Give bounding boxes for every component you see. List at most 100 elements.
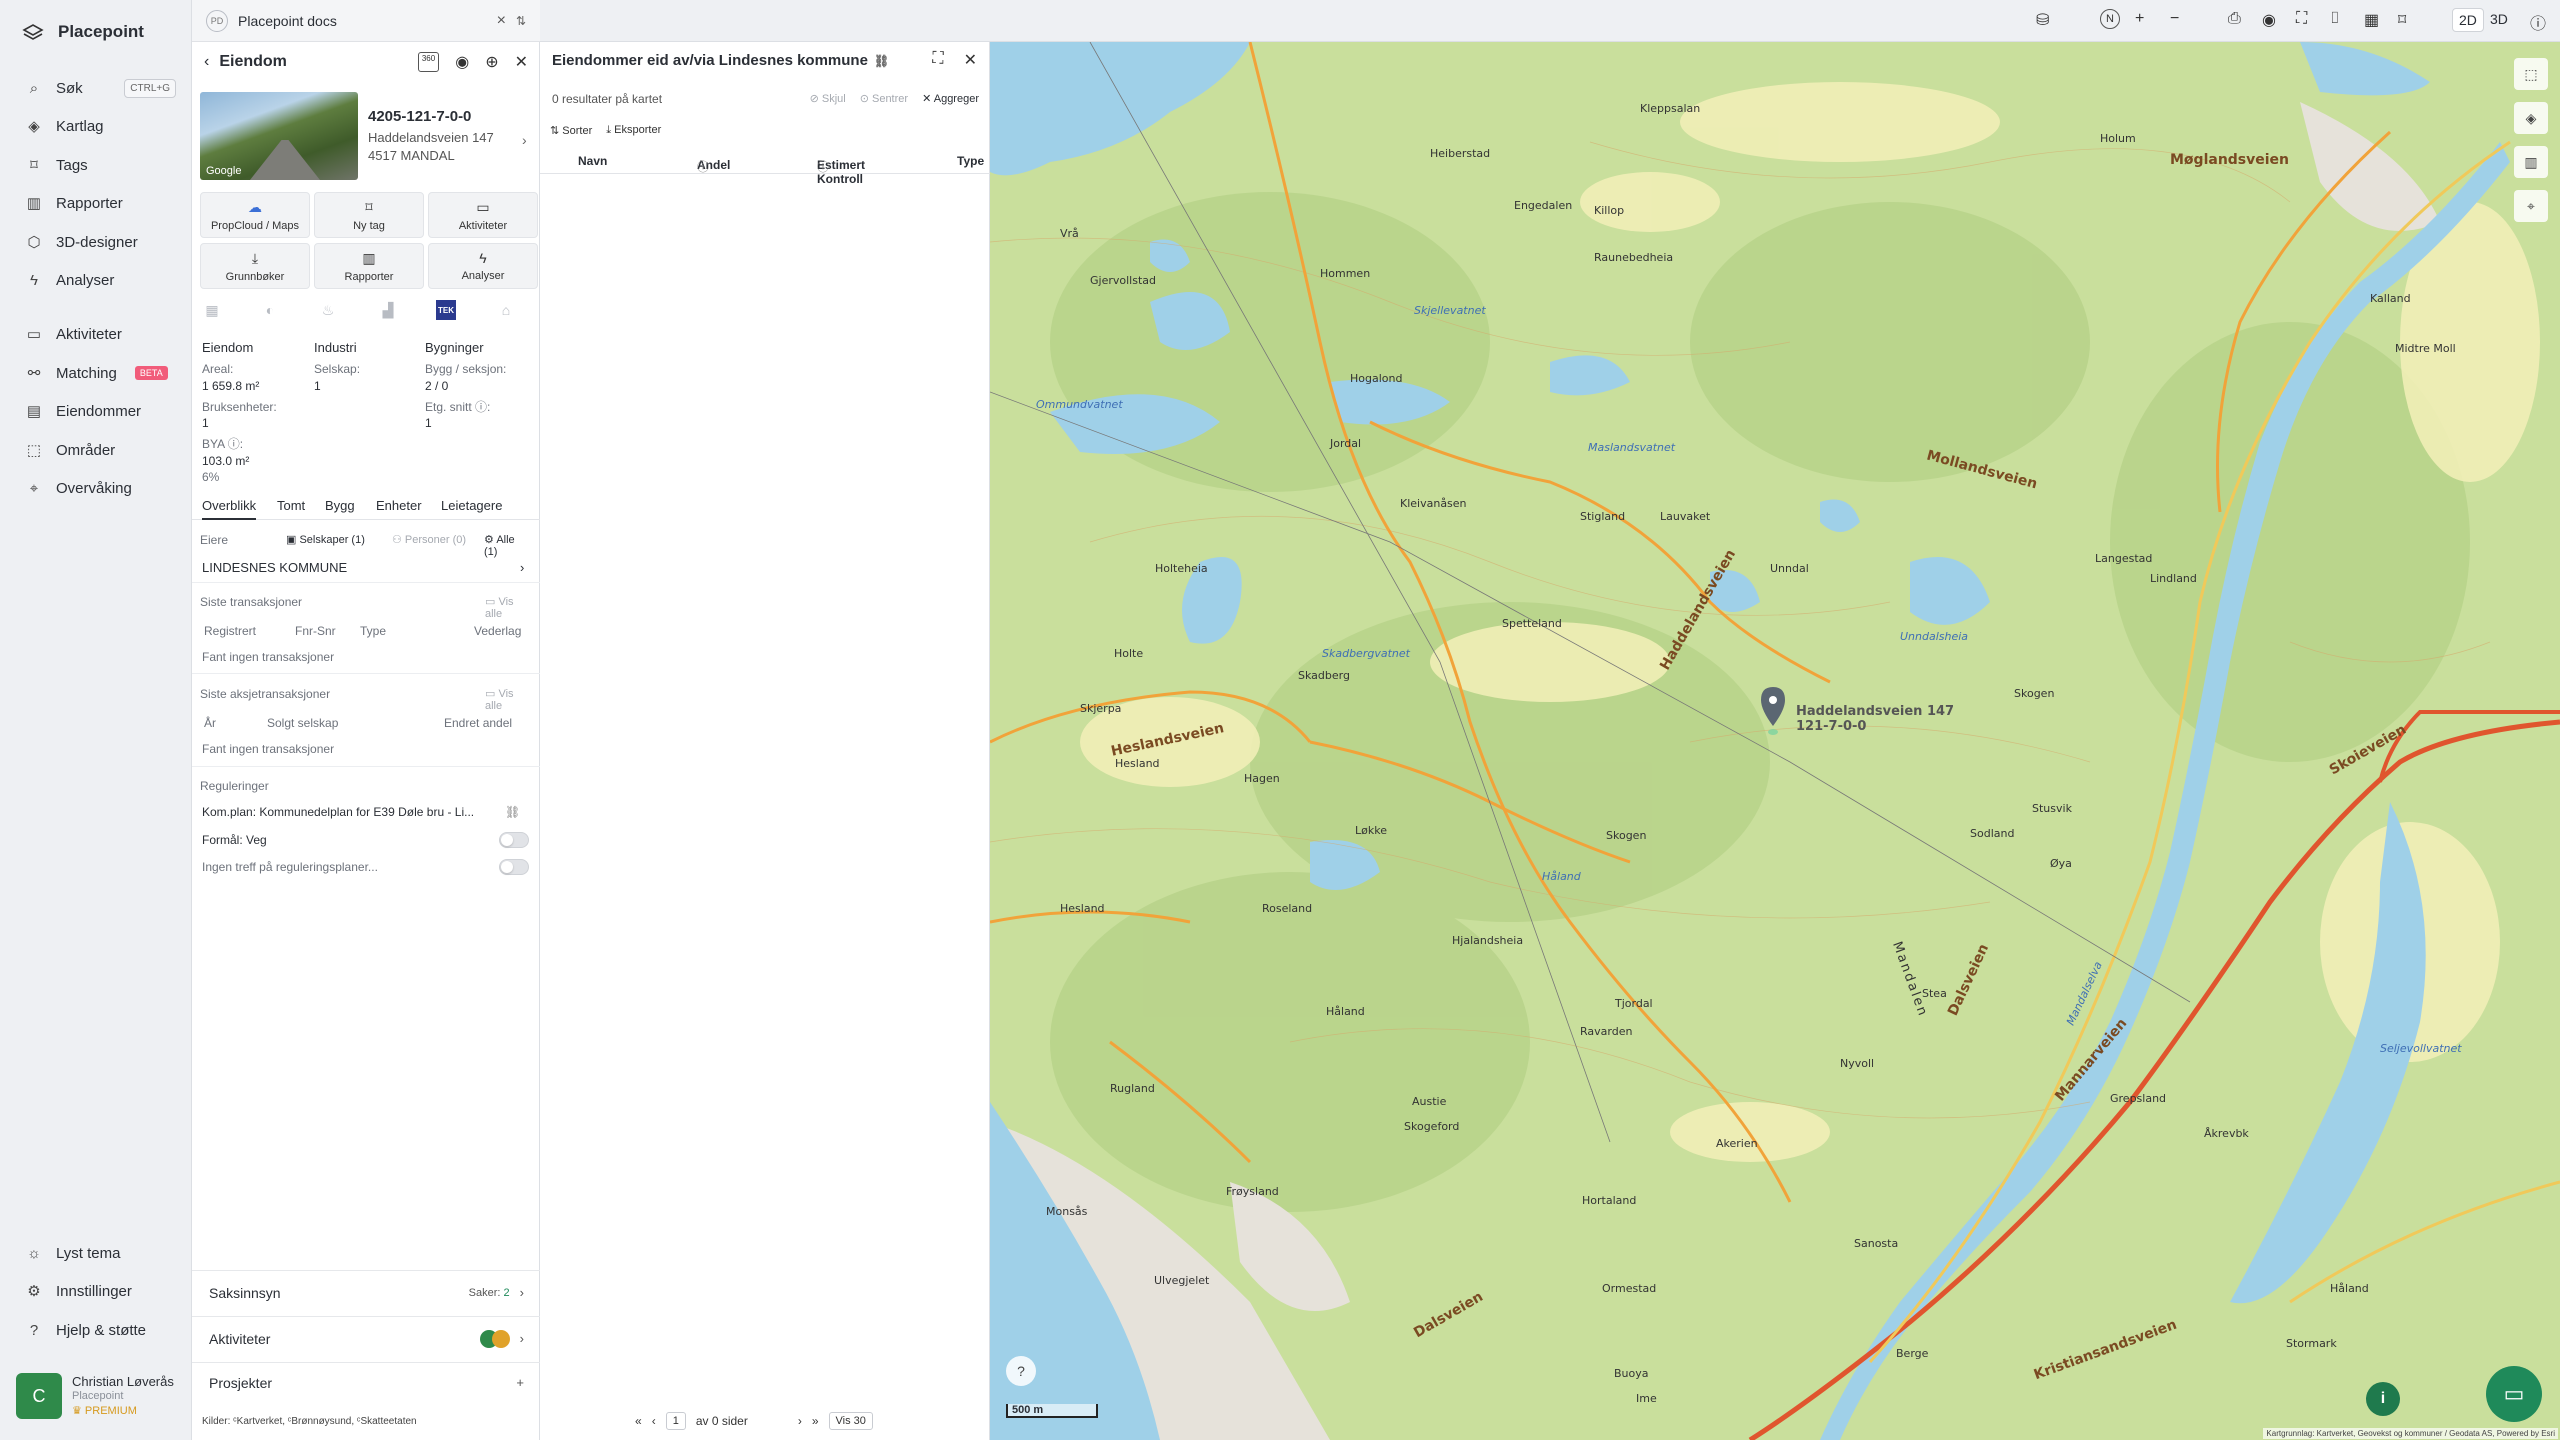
- case-access-row[interactable]: Saksinnsyn Saker: 2 ›: [192, 1270, 540, 1314]
- nav-item-settings[interactable]: ⚙ Innstillinger: [26, 1279, 176, 1303]
- help-icon[interactable]: ?: [1006, 1356, 1036, 1386]
- tab-overview[interactable]: Overblikk: [202, 498, 257, 520]
- projects-row[interactable]: Prosjekter +: [192, 1362, 540, 1402]
- layers-stack-icon[interactable]: ⛁: [2036, 10, 2049, 30]
- tab-tenants[interactable]: Leietagere: [441, 498, 502, 518]
- zoom-in-icon[interactable]: +: [2135, 10, 2144, 28]
- filter-all[interactable]: ⚙ Alle (1): [484, 533, 530, 558]
- next-page-icon[interactable]: ›: [798, 1414, 802, 1428]
- propcloud-maps-button[interactable]: ☁ PropCloud / Maps: [200, 192, 310, 238]
- nav-item-properties[interactable]: ▤ Eiendommer: [26, 399, 176, 423]
- link-icon[interactable]: ⛓: [505, 805, 520, 819]
- regulation-plan[interactable]: Kom.plan: Kommunedelplan for E39 Døle br…: [202, 805, 532, 819]
- chart-icon[interactable]: ▥: [2514, 146, 2548, 178]
- tek-source-icon[interactable]: TEK: [436, 300, 456, 320]
- nav-item-areas[interactable]: ⬚ Områder: [26, 438, 176, 462]
- new-tag-button[interactable]: ⌑ Ny tag: [314, 192, 424, 238]
- nav-item-analyses[interactable]: ϟ Analyser: [26, 268, 176, 292]
- info-icon[interactable]: ⓘ: [2530, 10, 2546, 34]
- chevron-right-icon[interactable]: ›: [522, 132, 527, 148]
- eye-icon[interactable]: ◉: [455, 52, 469, 72]
- expand-icon[interactable]: ⛶: [932, 50, 943, 70]
- per-page-select[interactable]: Vis 30: [828, 1412, 873, 1430]
- activities-button[interactable]: ▭ Aktiviteter: [428, 192, 538, 238]
- nav-item-light-theme[interactable]: ☼ Lyst tema: [26, 1241, 176, 1265]
- export-button[interactable]: ⤓ Eksporter: [606, 124, 661, 137]
- bars-source-icon[interactable]: ▟: [378, 300, 398, 320]
- mode-2d-button[interactable]: 2D: [2452, 8, 2484, 32]
- owner-row[interactable]: LINDESNES KOMMUNE ›: [202, 560, 532, 575]
- filter-companies[interactable]: ▣ Selskaper (1): [286, 533, 365, 546]
- center-button[interactable]: ⊙ Sentrer: [860, 92, 908, 105]
- home-source-icon[interactable]: ⌂: [496, 300, 516, 320]
- view-360-icon[interactable]: 360: [417, 52, 440, 72]
- nav-item-monitoring[interactable]: ⌖ Overvåking: [26, 476, 176, 500]
- nav-item-reports[interactable]: ▥ Rapporter: [26, 191, 176, 215]
- close-icon[interactable]: ✕: [515, 52, 528, 72]
- first-page-icon[interactable]: «: [635, 1414, 642, 1428]
- topographic-map[interactable]: [990, 42, 2560, 1440]
- nav-item-activities[interactable]: ▭ Aktiviteter: [26, 322, 176, 346]
- add-circle-icon[interactable]: ⊕: [485, 52, 498, 72]
- hide-button[interactable]: ⊘ Skjul: [810, 92, 846, 105]
- workspace-selector[interactable]: PD Placepoint docs × ⇅: [192, 0, 540, 42]
- print-icon[interactable]: ⎙: [2228, 10, 2241, 28]
- eye-icon[interactable]: ◉: [2262, 10, 2276, 30]
- close-icon[interactable]: ✕: [964, 50, 977, 70]
- nav-item-3d-designer[interactable]: ⬡ 3D-designer: [26, 230, 176, 254]
- bookmark-icon[interactable]: ⌑: [2398, 10, 2406, 30]
- column-header[interactable]: Navn: [578, 154, 607, 168]
- plus-icon[interactable]: +: [516, 1375, 524, 1390]
- tab-buildings[interactable]: Bygg: [325, 498, 355, 518]
- map-label-place: Tjordal: [1615, 997, 1653, 1010]
- mode-3d-button[interactable]: 3D: [2484, 8, 2514, 30]
- brand[interactable]: Placepoint: [22, 22, 144, 42]
- fullscreen-icon[interactable]: ⛶: [2296, 10, 2307, 28]
- last-page-icon[interactable]: »: [812, 1414, 819, 1428]
- user-card[interactable]: C Christian Løverås Placepoint ♛ PREMIUM: [16, 1370, 182, 1422]
- street-view-photo[interactable]: Google: [200, 92, 358, 180]
- purpose-toggle[interactable]: [499, 832, 529, 848]
- link-icon[interactable]: ⛓: [874, 54, 889, 68]
- tab-units[interactable]: Enheter: [376, 498, 422, 518]
- layers-icon[interactable]: ◈: [2514, 102, 2548, 134]
- map-canvas[interactable]: Haddelandsveien 147 121-7-0-0 Møglandsve…: [990, 42, 2560, 1440]
- nav-item-label: Hjelp & støtte: [56, 1321, 147, 1339]
- regulation-plans-toggle[interactable]: [499, 859, 529, 875]
- column-header: Registrert: [204, 624, 257, 638]
- nav-item-tags[interactable]: ⌑ Tags: [26, 153, 176, 177]
- chat-button[interactable]: ▭: [2486, 1366, 2542, 1422]
- reports-button[interactable]: ▥ Rapporter: [314, 243, 424, 289]
- see-all-transactions[interactable]: ▭ Vis alle: [485, 595, 530, 620]
- map-label-place: Hesland: [1060, 902, 1105, 915]
- measure-icon[interactable]: ⌖: [2514, 190, 2548, 222]
- land-registry-button[interactable]: ⤓ Grunnbøker: [200, 243, 310, 289]
- nav-item-map-layers[interactable]: ◈ Kartlag: [26, 114, 176, 138]
- panel-title: Eiendom: [219, 53, 287, 70]
- column-header[interactable]: Type: [957, 154, 984, 168]
- sort-button[interactable]: ⇅ Sorter: [550, 124, 592, 137]
- tab-plot[interactable]: Tomt: [277, 498, 305, 518]
- filter-persons[interactable]: ⚇ Personer (0): [392, 533, 466, 546]
- page-input[interactable]: 1: [665, 1412, 686, 1430]
- see-all-share-transactions[interactable]: ▭ Vis alle: [485, 687, 530, 712]
- activities-row[interactable]: Aktiviteter ›: [192, 1316, 540, 1360]
- info-button[interactable]: i: [2366, 1382, 2400, 1416]
- globe-source-icon[interactable]: ◐: [260, 300, 280, 320]
- prev-page-icon[interactable]: ‹: [652, 1414, 656, 1428]
- basemap-icon[interactable]: ⬚: [2514, 58, 2548, 90]
- chevron-updown-icon[interactable]: ⇅: [516, 14, 526, 28]
- back-icon[interactable]: ‹: [204, 53, 209, 71]
- grid-icon[interactable]: ▦: [2364, 10, 2379, 30]
- nav-item-help[interactable]: ? Hjelp & støtte: [26, 1318, 176, 1342]
- zoom-out-icon[interactable]: −: [2170, 10, 2179, 28]
- nav-item-matching[interactable]: ⚯ Matching BETA: [26, 361, 176, 385]
- nav-item-search[interactable]: ⌕ Søk CTRL+G: [26, 76, 176, 100]
- industry-source-icon[interactable]: ♨: [318, 300, 338, 320]
- compass-icon[interactable]: N: [2100, 9, 2120, 29]
- aggregate-button[interactable]: ✕ Aggreger: [922, 92, 979, 105]
- analyses-button[interactable]: ϟ Analyser: [428, 243, 538, 289]
- close-icon[interactable]: ×: [497, 12, 506, 30]
- camera-icon[interactable]: ⌷: [2330, 10, 2340, 28]
- building-source-icon[interactable]: ▦: [202, 300, 222, 320]
